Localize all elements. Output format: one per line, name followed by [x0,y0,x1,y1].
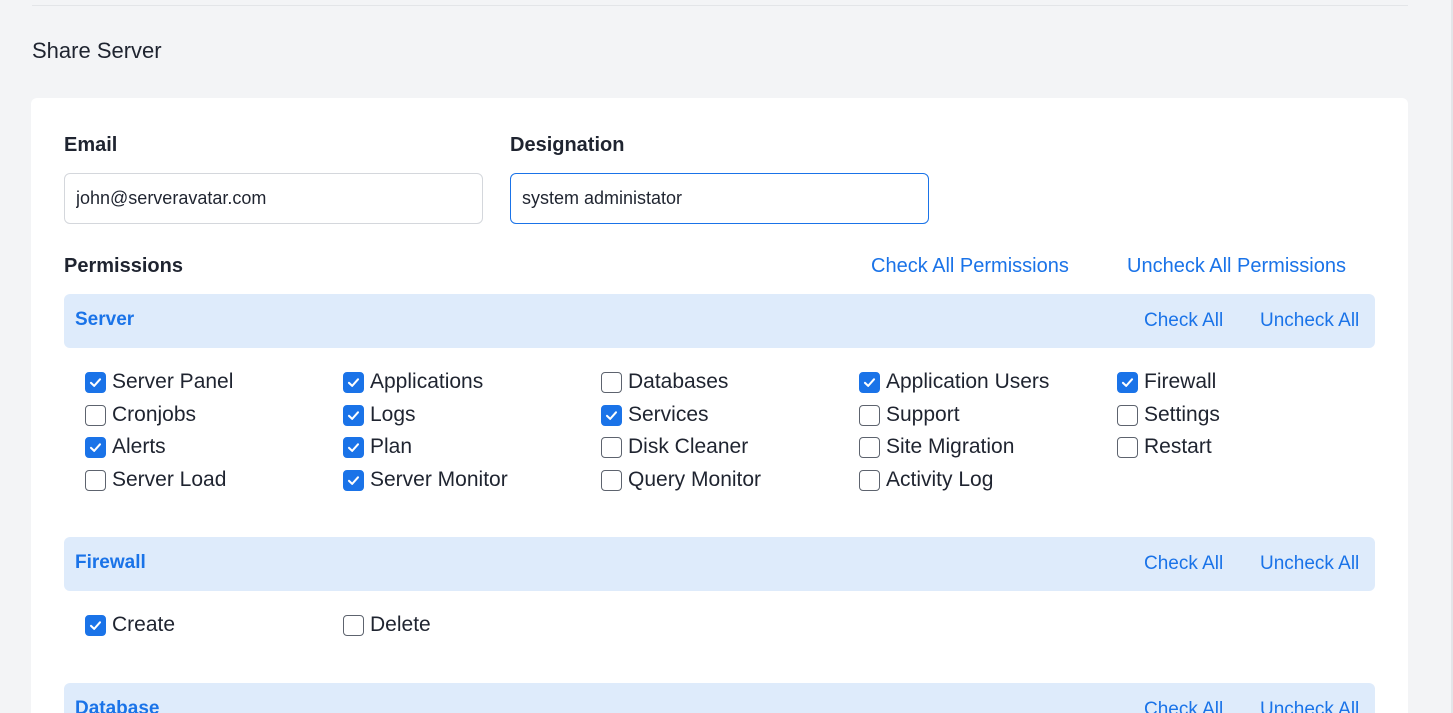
group-header-firewall: Firewall Check All Uncheck All [64,537,1375,591]
uncheck-all-permissions-link[interactable]: Uncheck All Permissions [1127,255,1346,278]
permission-server-query-monitor[interactable]: Query Monitor [601,466,761,494]
permission-label: Alerts [112,435,166,458]
permission-label: Logs [370,403,416,426]
checkbox[interactable] [1117,436,1138,458]
checkbox[interactable] [343,436,364,458]
permission-server-server-panel[interactable]: Server Panel [85,368,233,396]
checkbox[interactable] [85,614,106,636]
permission-label: Firewall [1144,370,1217,393]
permission-server-application-users[interactable]: Application Users [859,368,1049,396]
permission-server-alerts[interactable]: Alerts [85,433,166,461]
checkbox[interactable] [601,371,622,393]
group-check-all-link[interactable]: Check All [1144,553,1223,575]
group-check-all-link[interactable]: Check All [1144,310,1223,332]
permission-server-disk-cleaner[interactable]: Disk Cleaner [601,433,748,461]
checkbox[interactable] [343,469,364,491]
checkbox[interactable] [343,404,364,426]
designation-label: Designation [510,134,625,156]
share-server-card: Email Designation Permissions Check All … [31,98,1408,713]
group-header-server: Server Check All Uncheck All [64,294,1375,348]
group-title: Server [75,309,135,330]
permission-label: Server Load [112,468,227,491]
permission-label: Settings [1144,403,1220,426]
group-header-database: Database Check All Uncheck All [64,683,1375,713]
checkbox[interactable] [85,436,106,458]
checkbox[interactable] [601,404,622,426]
permission-label: Support [886,403,960,426]
page-title: Share Server [32,38,162,63]
checkbox[interactable] [859,469,880,491]
check-all-permissions-link[interactable]: Check All Permissions [871,255,1069,278]
permission-label: Cronjobs [112,403,197,426]
permission-firewall-delete[interactable]: Delete [343,611,431,639]
group-title: Firewall [75,552,146,573]
permission-server-services[interactable]: Services [601,401,709,429]
group-uncheck-all-link[interactable]: Uncheck All [1260,553,1359,575]
checkbox[interactable] [601,469,622,491]
checkbox[interactable] [343,371,364,393]
permission-label: Applications [370,370,484,393]
permission-label: Plan [370,435,413,458]
permission-label: Disk Cleaner [628,435,749,458]
group-title: Database [75,698,160,713]
checkbox[interactable] [601,436,622,458]
permission-firewall-create[interactable]: Create [85,611,175,639]
permission-server-cronjobs[interactable]: Cronjobs [85,401,196,429]
permission-label: Server Monitor [370,468,508,491]
permission-label: Create [112,613,176,636]
checkbox[interactable] [1117,404,1138,426]
permission-label: Query Monitor [628,468,762,491]
permission-label: Services [628,403,709,426]
permission-server-databases[interactable]: Databases [601,368,728,396]
permission-label: Delete [370,613,431,636]
permission-label: Restart [1144,435,1212,458]
permissions-title: Permissions [64,255,183,277]
checkbox[interactable] [85,404,106,426]
permission-server-server-load[interactable]: Server Load [85,466,226,494]
permission-server-plan[interactable]: Plan [343,433,412,461]
permission-server-support[interactable]: Support [859,401,960,429]
permission-server-applications[interactable]: Applications [343,368,483,396]
group-uncheck-all-link[interactable]: Uncheck All [1260,310,1359,332]
checkbox[interactable] [859,404,880,426]
permission-server-logs[interactable]: Logs [343,401,416,429]
permission-server-firewall[interactable]: Firewall [1117,368,1216,396]
checkbox[interactable] [859,371,880,393]
permission-label: Application Users [886,370,1050,393]
checkbox[interactable] [1117,371,1138,393]
top-divider [32,5,1408,6]
permission-label: Server Panel [112,370,234,393]
permission-label: Site Migration [886,435,1015,458]
checkbox[interactable] [343,614,364,636]
permission-server-activity-log[interactable]: Activity Log [859,466,993,494]
group-check-all-link[interactable]: Check All [1144,699,1223,713]
permission-server-server-monitor[interactable]: Server Monitor [343,466,508,494]
permission-label: Databases [628,370,729,393]
checkbox[interactable] [85,469,106,491]
designation-field[interactable] [510,173,929,224]
permission-server-settings[interactable]: Settings [1117,401,1220,429]
permission-label: Activity Log [886,468,994,491]
permission-server-restart[interactable]: Restart [1117,433,1212,461]
email-field[interactable] [64,173,483,224]
email-label: Email [64,134,118,156]
permission-server-site-migration[interactable]: Site Migration [859,433,1014,461]
group-uncheck-all-link[interactable]: Uncheck All [1260,699,1359,713]
checkbox[interactable] [85,371,106,393]
checkbox[interactable] [859,436,880,458]
